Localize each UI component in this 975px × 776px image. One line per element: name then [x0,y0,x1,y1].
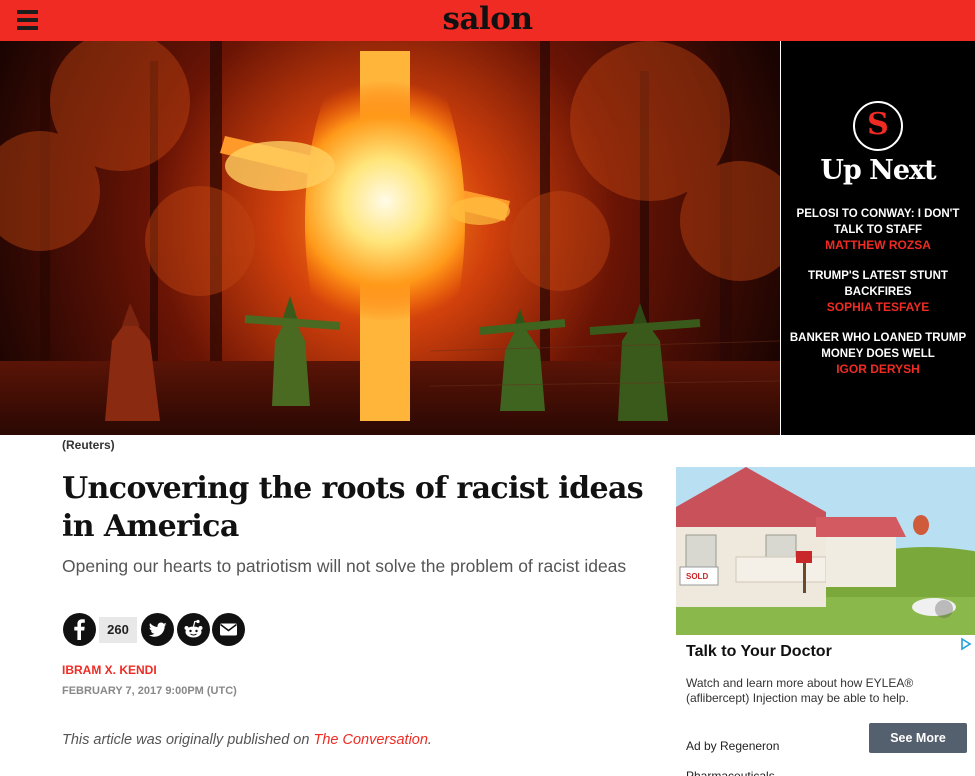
up-next-headline[interactable]: BANKER WHO LOANED TRUMP MONEY DOES WELL [789,331,967,362]
author-byline[interactable]: IBRAM X. KENDI [62,663,157,677]
up-next-item[interactable]: BANKER WHO LOANED TRUMP MONEY DOES WELL … [789,331,967,378]
up-next-author[interactable]: SOPHIA TESFAYE [789,300,967,316]
up-next-author[interactable]: IGOR DERYSH [789,362,967,378]
twitter-icon[interactable] [141,613,174,646]
article-headline: Uncovering the roots of racist ideas in … [62,471,644,544]
salon-s-badge-icon: S [853,101,903,151]
ad-sponsor: Ad by Regeneron Pharmaceuticals [686,739,780,776]
up-next-item[interactable]: PELOSI TO CONWAY: I DON'T TALK TO STAFF … [789,207,967,254]
ad-body[interactable]: Watch and learn more about how EYLEA® (a… [686,676,956,706]
up-next-title: Up Next [820,155,936,186]
image-caption: (Reuters) [62,438,115,452]
hero-image [0,41,780,435]
see-more-button[interactable]: See More [869,723,967,753]
up-next-headline[interactable]: PELOSI TO CONWAY: I DON'T TALK TO STAFF [789,207,967,238]
ad-choices-icon[interactable] [959,637,973,651]
the-conversation-link[interactable]: The Conversation [313,732,427,748]
reddit-icon[interactable] [177,613,210,646]
email-icon[interactable] [212,613,245,646]
article-dek: Opening our hearts to patriotism will no… [62,556,627,576]
ad-title[interactable]: Talk to Your Doctor [686,643,832,661]
up-next-headline[interactable]: TRUMP'S LATEST STUNT BACKFIRES [789,269,967,300]
ad-sold-sign: SOLD [686,572,708,581]
advertisement[interactable]: SOLD Talk to Your Doctor Watch and learn… [676,467,975,776]
up-next-panel: S Up Next PELOSI TO CONWAY: I DON'T TALK… [781,41,975,435]
facebook-icon[interactable] [63,613,96,646]
share-count: 260 [99,617,137,643]
up-next-author[interactable]: MATTHEW ROZSA [789,238,967,254]
up-next-item[interactable]: TRUMP'S LATEST STUNT BACKFIRES SOPHIA TE… [789,269,967,316]
top-bar: salon [0,0,975,41]
publish-date: FEBRUARY 7, 2017 9:00PM (UTC) [62,685,237,697]
ad-house-image[interactable]: SOLD [676,467,975,647]
salon-logo[interactable]: salon [0,0,975,40]
original-source-note: This article was originally published on… [62,732,432,748]
